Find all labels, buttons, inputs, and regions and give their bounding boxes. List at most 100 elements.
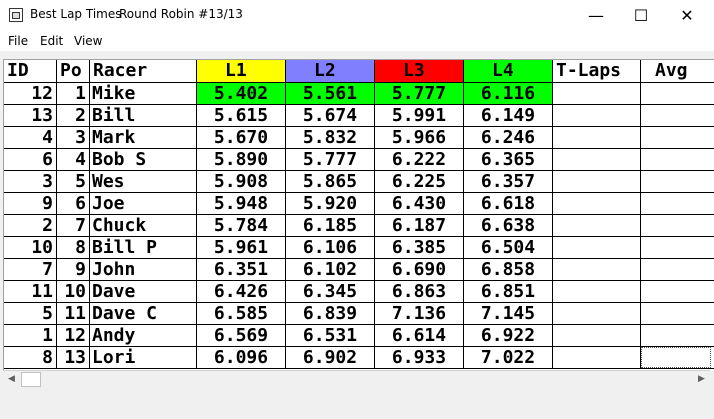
cell-racer[interactable]: Dave — [90, 281, 197, 303]
cell-l1[interactable]: 5.615 — [197, 105, 286, 127]
cell-l2[interactable]: 5.674 — [286, 105, 375, 127]
cell-pos[interactable]: 5 — [57, 171, 90, 193]
cell-racer[interactable]: Dave C — [90, 303, 197, 325]
cell-l1[interactable]: 6.569 — [197, 325, 286, 347]
scroll-left-icon[interactable]: ◀ — [3, 371, 20, 388]
cell-l1[interactable]: 5.890 — [197, 149, 286, 171]
cell-racer[interactable]: Bob S — [90, 149, 197, 171]
cell-tlaps[interactable] — [553, 281, 641, 303]
cell-l3[interactable]: 6.222 — [375, 149, 464, 171]
cell-tlaps[interactable] — [553, 259, 641, 281]
cell-l2[interactable]: 5.561 — [286, 83, 375, 105]
cell-l4[interactable]: 6.922 — [464, 325, 553, 347]
cell-l2[interactable]: 5.777 — [286, 149, 375, 171]
header-tlaps[interactable]: T-Laps — [553, 60, 641, 83]
cell-id[interactable]: 10 — [4, 237, 57, 259]
header-avg[interactable]: Avg — [641, 60, 714, 83]
cell-l2[interactable]: 6.839 — [286, 303, 375, 325]
cell-l3[interactable]: 5.966 — [375, 127, 464, 149]
cell-l4[interactable]: 6.116 — [464, 83, 553, 105]
cell-racer[interactable]: Andy — [90, 325, 197, 347]
cell-id[interactable]: 2 — [4, 215, 57, 237]
cell-pos[interactable]: 9 — [57, 259, 90, 281]
cell-tlaps[interactable] — [553, 215, 641, 237]
cell-racer[interactable]: John — [90, 259, 197, 281]
cell-l2[interactable]: 6.902 — [286, 347, 375, 369]
cell-id[interactable]: 6 — [4, 149, 57, 171]
scrollbar-thumb[interactable] — [21, 372, 41, 387]
cell-l1[interactable]: 6.585 — [197, 303, 286, 325]
menu-file[interactable]: File — [8, 34, 28, 48]
header-l3[interactable]: L3 — [375, 60, 464, 83]
cell-avg[interactable] — [641, 215, 714, 237]
cell-id[interactable]: 12 — [4, 83, 57, 105]
cell-id[interactable]: 9 — [4, 193, 57, 215]
cell-racer[interactable]: Mike — [90, 83, 197, 105]
cell-pos[interactable]: 8 — [57, 237, 90, 259]
cell-racer[interactable]: Joe — [90, 193, 197, 215]
cell-l3[interactable]: 6.385 — [375, 237, 464, 259]
cell-l1[interactable]: 5.948 — [197, 193, 286, 215]
cell-id[interactable]: 13 — [4, 105, 57, 127]
cell-id[interactable]: 3 — [4, 171, 57, 193]
cell-racer[interactable]: Wes — [90, 171, 197, 193]
cell-l4[interactable]: 7.145 — [464, 303, 553, 325]
cell-tlaps[interactable] — [553, 303, 641, 325]
cell-l4[interactable]: 6.504 — [464, 237, 553, 259]
cell-l1[interactable]: 5.961 — [197, 237, 286, 259]
cell-l1[interactable]: 6.426 — [197, 281, 286, 303]
cell-l2[interactable]: 5.865 — [286, 171, 375, 193]
cell-tlaps[interactable] — [553, 325, 641, 347]
cell-pos[interactable]: 6 — [57, 193, 90, 215]
cell-tlaps[interactable] — [553, 83, 641, 105]
cell-avg[interactable] — [641, 127, 714, 149]
cell-l1[interactable]: 5.670 — [197, 127, 286, 149]
cell-racer[interactable]: Mark — [90, 127, 197, 149]
cell-racer[interactable]: Lori — [90, 347, 197, 369]
close-button[interactable]: ✕ — [664, 0, 710, 31]
cell-l3[interactable]: 5.777 — [375, 83, 464, 105]
cell-id[interactable]: 5 — [4, 303, 57, 325]
cell-avg[interactable] — [641, 171, 714, 193]
cell-l2[interactable]: 6.345 — [286, 281, 375, 303]
cell-tlaps[interactable] — [553, 237, 641, 259]
cell-avg[interactable] — [641, 303, 714, 325]
cell-pos[interactable]: 2 — [57, 105, 90, 127]
cell-avg[interactable] — [641, 325, 714, 347]
cell-pos[interactable]: 13 — [57, 347, 90, 369]
cell-l4[interactable]: 7.022 — [464, 347, 553, 369]
cell-pos[interactable]: 1 — [57, 83, 90, 105]
scrollbar-track[interactable] — [20, 371, 693, 388]
cell-l4[interactable]: 6.357 — [464, 171, 553, 193]
cell-id[interactable]: 1 — [4, 325, 57, 347]
cell-pos[interactable]: 3 — [57, 127, 90, 149]
header-l4[interactable]: L4 — [464, 60, 553, 83]
cell-pos[interactable]: 12 — [57, 325, 90, 347]
cell-l3[interactable]: 6.863 — [375, 281, 464, 303]
cell-avg[interactable] — [641, 105, 714, 127]
cell-l3[interactable]: 6.187 — [375, 215, 464, 237]
cell-tlaps[interactable] — [553, 347, 641, 369]
cell-l2[interactable]: 6.185 — [286, 215, 375, 237]
horizontal-scrollbar[interactable]: ◀ ▶ — [3, 370, 710, 388]
cell-tlaps[interactable] — [553, 149, 641, 171]
cell-l4[interactable]: 6.618 — [464, 193, 553, 215]
cell-avg[interactable] — [641, 149, 714, 171]
cell-l4[interactable]: 6.365 — [464, 149, 553, 171]
cell-tlaps[interactable] — [553, 171, 641, 193]
cell-racer[interactable]: Bill P — [90, 237, 197, 259]
title-bar[interactable]: Best Lap Times Round Robin #13/13 — ☐ ✕ — [0, 0, 714, 31]
cell-avg[interactable] — [641, 281, 714, 303]
maximize-button[interactable]: ☐ — [618, 0, 664, 31]
cell-tlaps[interactable] — [553, 105, 641, 127]
cell-l2[interactable]: 6.106 — [286, 237, 375, 259]
cell-id[interactable]: 11 — [4, 281, 57, 303]
cell-id[interactable]: 7 — [4, 259, 57, 281]
cell-l4[interactable]: 6.858 — [464, 259, 553, 281]
cell-l4[interactable]: 6.246 — [464, 127, 553, 149]
cell-l1[interactable]: 6.351 — [197, 259, 286, 281]
cell-tlaps[interactable] — [553, 127, 641, 149]
cell-l3[interactable]: 6.614 — [375, 325, 464, 347]
minimize-button[interactable]: — — [573, 0, 619, 31]
cell-pos[interactable]: 10 — [57, 281, 90, 303]
